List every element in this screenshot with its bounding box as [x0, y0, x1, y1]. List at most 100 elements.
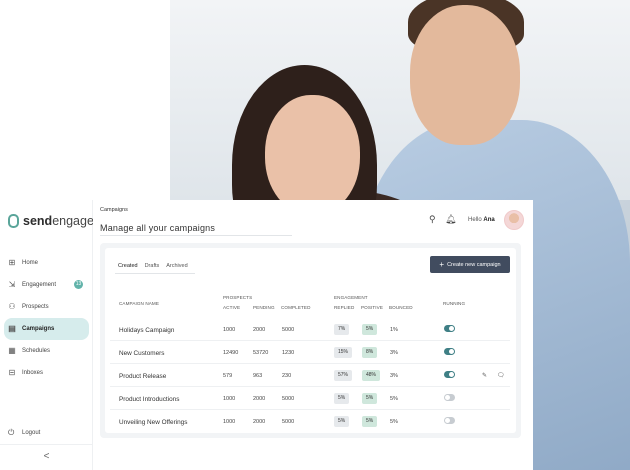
running-toggle[interactable] [444, 371, 455, 378]
active-count: 1000 [223, 396, 236, 402]
campaign-name[interactable]: Unveiling New Offerings [119, 419, 187, 426]
tab-created[interactable]: Created [115, 260, 141, 274]
logout-icon: ⏻ [8, 428, 15, 437]
completed-count: 1230 [282, 350, 295, 356]
bell-icon[interactable]: 🔔︎ [445, 214, 456, 225]
comment-icon[interactable]: 🗨︎ [497, 372, 505, 379]
active-count: 1000 [223, 327, 236, 333]
completed-count: 230 [282, 373, 292, 379]
photo-woman-face [265, 95, 360, 215]
positive-pill: 5% [362, 324, 378, 335]
completed-count: 5000 [282, 419, 295, 425]
campaigns-card: Created Drafts Archived + Create new cam… [100, 243, 521, 438]
running-toggle[interactable] [444, 348, 455, 355]
completed-count: 5000 [282, 327, 295, 333]
sidebar-item-inboxes[interactable]: ⊟ Inboxes [4, 362, 89, 384]
sidebar-item-home[interactable]: ⊞ Home [4, 252, 89, 274]
breadcrumb[interactable]: Campaigns [100, 207, 128, 213]
campaign-name[interactable]: Product Release [119, 373, 166, 380]
campaign-name[interactable]: Holidays Campaign [119, 327, 174, 334]
column-pending[interactable]: Pending [253, 305, 275, 310]
active-count: 12490 [223, 350, 239, 356]
tab-archived[interactable]: Archived [163, 260, 190, 274]
calendar-icon: ▦ [8, 346, 16, 355]
grid-icon: ⊞ [8, 258, 16, 267]
replied-pill: 5% [334, 393, 350, 404]
create-campaign-label: Create new campaign [447, 261, 501, 268]
positive-pill: 8% [362, 347, 378, 358]
sidebar-item-prospects[interactable]: ⚇ Prospects [4, 296, 89, 318]
sidebar-item-label: Prospects [22, 304, 49, 310]
logo-icon [8, 214, 19, 228]
photo-man-face [410, 5, 520, 145]
running-toggle[interactable] [444, 325, 455, 332]
active-count: 1000 [223, 419, 236, 425]
bounced-value: 5% [390, 419, 398, 425]
search-icon[interactable]: ⚲ [429, 214, 436, 225]
campaign-tabs: Created Drafts Archived [115, 260, 192, 274]
user-name: Ana [483, 217, 495, 223]
avatar[interactable] [504, 210, 524, 230]
sidebar-item-label: Engagement [22, 282, 57, 288]
campaign-name[interactable]: Product Introductions [119, 396, 179, 403]
running-toggle[interactable] [444, 394, 455, 401]
edit-icon[interactable]: ✎ [482, 372, 487, 379]
brand-suffix: engage [52, 214, 94, 228]
inbox-icon: ⊟ [8, 368, 16, 377]
logout-label: Logout [22, 430, 41, 436]
brand-prefix: send [23, 214, 53, 228]
column-replied[interactable]: Replied [334, 305, 354, 310]
collapse-sidebar-button[interactable]: < [0, 444, 93, 470]
campaign-name[interactable]: New Customers [119, 350, 164, 357]
replied-pill: 57% [334, 370, 353, 381]
pending-count: 53720 [253, 350, 269, 356]
sidebar: sendengage ⊞ Home ⇲ Engagement 13 ⚇ Pros… [0, 200, 94, 470]
positive-pill: 5% [362, 393, 378, 404]
engagement-count-badge: 13 [74, 280, 83, 289]
column-completed[interactable]: Completed [281, 305, 311, 310]
table-row[interactable]: Holidays Campaign 1000 2000 5000 7% 5% 1… [110, 319, 510, 341]
main-content: Campaigns Manage all your campaigns ⚲ 🔔︎… [93, 200, 533, 470]
bounced-value: 1% [390, 327, 398, 333]
pending-count: 963 [253, 373, 263, 379]
running-toggle[interactable] [444, 417, 455, 424]
bounced-value: 5% [390, 396, 398, 402]
column-group-engagement: Engagement [334, 295, 368, 300]
positive-pill: 5% [362, 416, 378, 427]
sidebar-item-label: Schedules [22, 348, 51, 354]
document-icon: ▤ [8, 324, 16, 333]
column-campaign-name[interactable]: Campaign Name [119, 301, 159, 306]
column-active[interactable]: Active [223, 305, 240, 310]
sidebar-nav: ⊞ Home ⇲ Engagement 13 ⚇ Prospects ▤ Cam… [0, 252, 93, 384]
table-row[interactable]: Unveiling New Offerings 1000 2000 5000 5… [110, 411, 510, 433]
sidebar-item-label: Campaigns [22, 326, 55, 332]
positive-pill: 48% [362, 370, 381, 381]
column-bounced[interactable]: Bounced [389, 305, 413, 310]
tab-drafts[interactable]: Drafts [142, 260, 163, 274]
column-running[interactable]: Running [443, 301, 465, 306]
greeting-text: Hello [468, 217, 482, 223]
table-row[interactable]: New Customers 12490 53720 1230 15% 8% 3% [110, 342, 510, 364]
logout-button[interactable]: ⏻ Logout [4, 426, 40, 440]
pending-count: 2000 [253, 396, 266, 402]
table-row[interactable]: Product Introductions 1000 2000 5000 5% … [110, 388, 510, 410]
campaigns-panel: Created Drafts Archived + Create new cam… [105, 248, 516, 433]
sidebar-item-label: Home [22, 260, 39, 266]
sidebar-item-campaigns[interactable]: ▤ Campaigns [4, 318, 89, 340]
bounced-value: 3% [390, 373, 398, 379]
users-icon: ⚇ [8, 302, 16, 311]
user-greeting: Hello Ana [468, 217, 495, 223]
page-title: Manage all your campaigns [100, 223, 216, 233]
column-positive[interactable]: Positive [361, 305, 383, 310]
sidebar-item-label: Inboxes [22, 370, 44, 376]
funnel-icon: ⇲ [8, 280, 16, 289]
table-row[interactable]: Product Release 579 963 230 57% 48% 3% ✎… [110, 365, 510, 387]
pending-count: 2000 [253, 419, 266, 425]
brand-logo[interactable]: sendengage [8, 214, 94, 228]
plus-icon: + [439, 259, 445, 269]
sidebar-item-schedules[interactable]: ▦ Schedules [4, 340, 89, 362]
active-count: 579 [223, 373, 233, 379]
replied-pill: 5% [334, 416, 350, 427]
sidebar-item-engagement[interactable]: ⇲ Engagement 13 [4, 274, 89, 296]
create-campaign-button[interactable]: + Create new campaign [430, 256, 510, 273]
